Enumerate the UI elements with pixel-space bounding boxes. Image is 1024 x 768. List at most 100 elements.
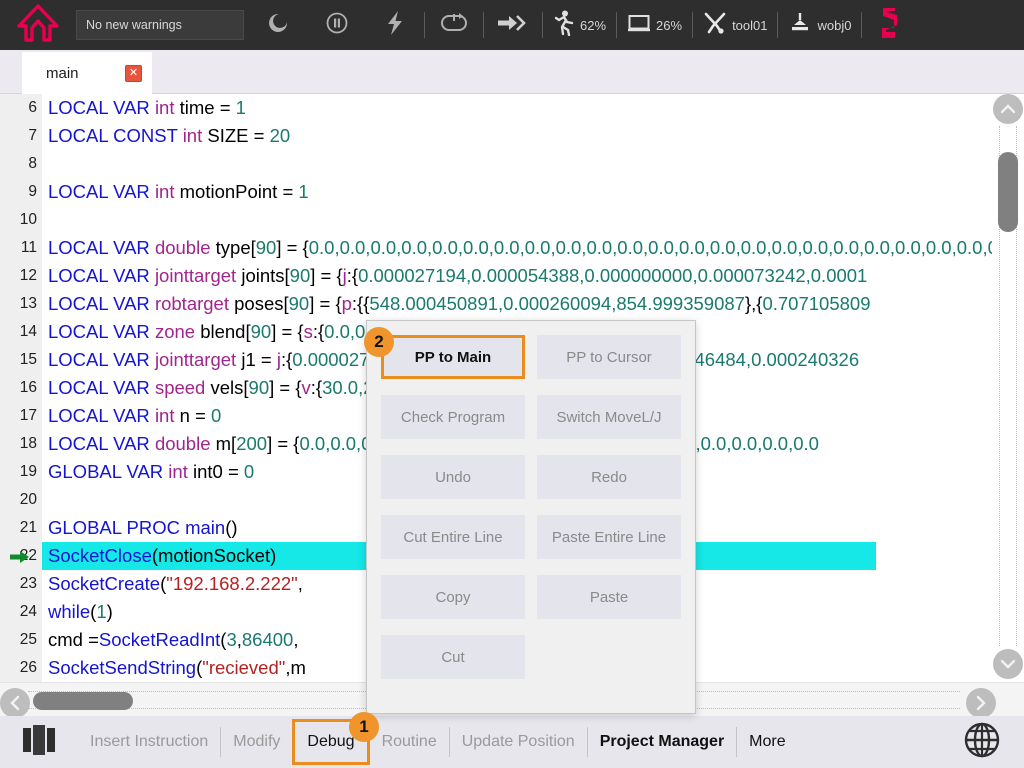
code-token: LOCAL VAR [48,321,155,342]
line-number: 13 [0,290,42,318]
code-token: 548.000450891,0.000260094,854.999359087 [369,293,745,314]
menu-button-paste-entire-line[interactable]: Paste Entire Line [537,515,681,559]
menu-button-check-program[interactable]: Check Program [381,395,525,439]
code-token: 0 [211,405,221,426]
vertical-scroll-thumb[interactable] [998,152,1018,232]
taskbar-item-project-manager[interactable]: Project Manager [588,716,736,768]
code-token: ] = { [310,265,342,286]
step-forward-button[interactable] [484,0,542,50]
code-text[interactable]: SocketSendString("recieved",m [42,654,306,682]
menu-button-redo[interactable]: Redo [537,455,681,499]
code-text[interactable]: LOCAL CONST int SIZE = 20 [42,122,290,150]
taskbar-item-modify[interactable]: Modify [221,716,292,768]
code-text[interactable] [42,486,48,514]
tools-icon [703,11,727,40]
code-line[interactable]: 13LOCAL VAR robtarget poses[90] = {p:{{5… [0,290,994,318]
scroll-left-button[interactable] [0,688,30,718]
speed-override-control[interactable]: 62% [543,0,616,50]
code-line[interactable]: 8 [0,150,994,178]
code-token: "192.168.2.222" [166,573,297,594]
code-text[interactable]: LOCAL VAR int motionPoint = 1 [42,178,309,206]
code-text[interactable]: LOCAL VAR double type[90] = {0.0,0.0,0.0… [42,234,1024,262]
menu-button-cut-entire-line[interactable]: Cut Entire Line [381,515,525,559]
pause-button[interactable] [308,0,366,50]
menu-button-undo[interactable]: Undo [381,455,525,499]
code-token: SocketCreate [48,573,160,594]
code-text[interactable]: LOCAL VAR jointtarget joints[90] = {j:{0… [42,262,867,290]
taskbar-item-label: Modify [233,733,280,751]
menu-button-pp-to-main[interactable]: PP to Main [381,335,525,379]
line-number: 18 [0,430,42,458]
code-line[interactable]: 9LOCAL VAR int motionPoint = 1 [0,178,994,206]
home-button[interactable] [0,0,76,50]
code-token: 90 [251,321,272,342]
vertical-scrollbar[interactable] [992,94,1024,682]
menu-button-copy[interactable]: Copy [381,575,525,619]
code-token: time = [174,97,235,118]
quickset-button[interactable] [366,0,424,50]
code-text[interactable]: LOCAL VAR int n = 0 [42,402,221,430]
menu-button-cut[interactable]: Cut [381,635,525,679]
line-number: 20 [0,486,42,514]
menu-button-pp-to-cursor[interactable]: PP to Cursor [537,335,681,379]
horizontal-scroll-thumb[interactable] [33,692,133,710]
screen-brightness-control[interactable]: 26% [617,0,692,50]
code-text[interactable]: LOCAL VAR robtarget poses[90] = {p:{{548… [42,290,870,318]
taskbar-item-update-position[interactable]: Update Position [450,716,587,768]
layout-panels-button[interactable] [0,716,78,768]
code-text[interactable]: LOCAL VAR int time = 1 [42,94,246,122]
warning-status-box[interactable]: No new warnings [76,10,244,40]
code-line[interactable]: 11LOCAL VAR double type[90] = {0.0,0.0,0… [0,234,994,262]
code-text[interactable]: GLOBAL VAR int int0 = 0 [42,458,254,486]
monitor-icon [627,13,651,38]
tab-main[interactable]: main ✕ [22,52,152,94]
code-line[interactable]: 7LOCAL CONST int SIZE = 20 [0,122,994,150]
line-number: 16 [0,374,42,402]
line-number: 15 [0,346,42,374]
line-number: 21 [0,514,42,542]
tool-selector[interactable]: tool01 [693,0,777,50]
code-token: LOCAL VAR [48,293,155,314]
code-text[interactable] [42,206,48,234]
scroll-down-button[interactable] [993,649,1023,679]
step-badge-2: 2 [364,327,394,357]
code-token: int [155,181,175,202]
taskbar-item-insert-instruction[interactable]: Insert Instruction [78,716,220,768]
scroll-right-button[interactable] [966,688,996,718]
tool-value: tool01 [732,18,767,33]
menu-button-switch-movel-j[interactable]: Switch MoveL/J [537,395,681,439]
chevron-left-icon [9,695,21,711]
debug-context-menu[interactable]: PP to Main PP to Cursor Check Program Switc… [366,320,696,714]
code-line[interactable]: 10 [0,206,994,234]
code-text[interactable]: cmd =SocketReadInt(3,86400, [42,626,298,654]
taskbar-item-routine[interactable]: Routine [370,716,449,768]
line-number: 19 [0,458,42,486]
code-text[interactable]: SocketCreate("192.168.2.222", [42,570,303,598]
menu-button-paste[interactable]: Paste [537,575,681,619]
code-token: (motionSocket) [152,545,276,566]
code-text[interactable] [42,150,48,178]
globe-icon [961,719,1003,766]
code-token: ] = { [276,237,308,258]
code-token: p [342,293,352,314]
line-number: 6 [0,94,42,122]
code-text[interactable]: GLOBAL PROC main() [42,514,238,542]
menu-button-label: PP to Cursor [566,349,652,366]
cycle-mode-button[interactable] [425,0,483,50]
code-token: m[ [211,433,237,454]
menu-button-label: Redo [591,469,627,486]
language-button[interactable] [940,716,1024,768]
code-text[interactable]: while(1) [42,598,113,626]
close-icon[interactable]: ✕ [125,65,142,82]
scroll-up-button[interactable] [993,94,1023,124]
motors-on-button[interactable] [250,0,308,50]
code-line[interactable]: 6LOCAL VAR int time = 1 [0,94,994,122]
code-line[interactable]: 12LOCAL VAR jointtarget joints[90] = {j:… [0,262,994,290]
motors-on-icon [267,11,291,40]
code-token: int [168,461,188,482]
workobject-selector[interactable]: wobj0 [778,0,861,50]
code-token: robtarget [155,293,229,314]
robot-status-button[interactable] [862,0,916,50]
code-token: :{ [311,377,322,398]
taskbar-item-more[interactable]: More [737,716,797,768]
